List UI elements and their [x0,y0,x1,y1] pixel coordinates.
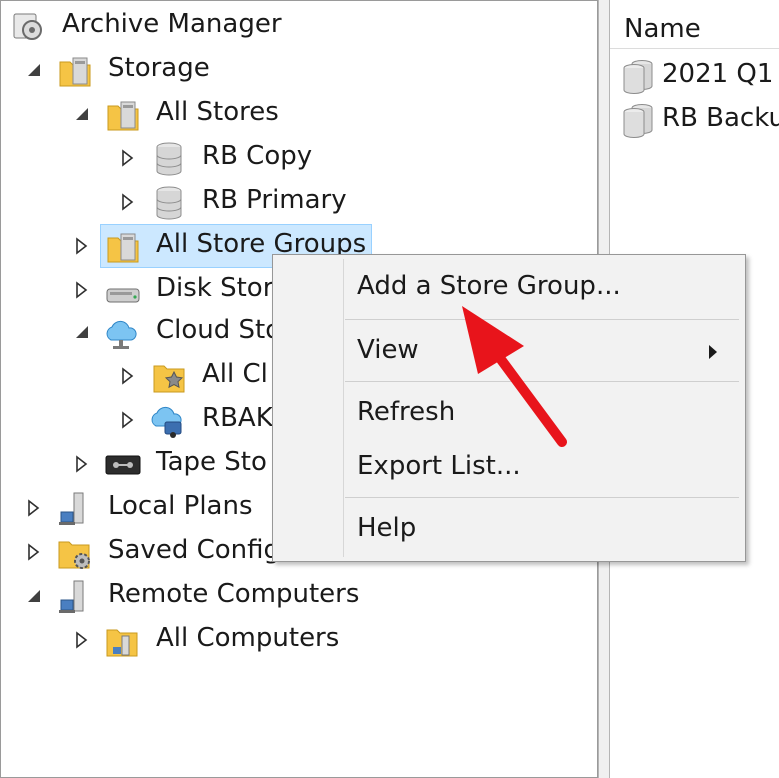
tree-item-all-computers[interactable]: All Computers [68,620,468,662]
menu-item-view[interactable]: View [275,329,741,373]
tree-item-storage[interactable]: Storage [20,50,420,92]
tree-item-label: All Computers [156,623,340,653]
folder-gear-icon [56,534,94,572]
menu-item-label: Help [357,513,417,543]
menu-item-help[interactable]: Help [275,507,741,551]
context-menu: Add a Store Group... View Refresh Export… [272,254,746,562]
tree-item-label: Disk Stora [156,273,290,303]
menu-item-label: Add a Store Group... [357,271,621,301]
menu-separator [345,497,739,498]
menu-item-label: Refresh [357,397,456,427]
tree-item-label: Tape Sto [156,447,267,477]
tree-item-label: All Stores [156,97,279,127]
expanded-arrow-icon[interactable] [74,322,90,342]
column-header-name[interactable]: Name [610,4,779,49]
tree-item-label: Cloud Sto [156,315,282,345]
collapsed-arrow-icon[interactable] [26,498,42,518]
collapsed-arrow-icon[interactable] [120,366,136,386]
menu-item-add-store-group[interactable]: Add a Store Group... [275,265,741,309]
collapsed-arrow-icon[interactable] [120,192,136,212]
tree-item-rb-copy[interactable]: RB Copy [114,138,514,180]
expanded-arrow-icon[interactable] [26,60,42,80]
tree-item-label: Local Plans [108,491,253,521]
tree-item-all-stores[interactable]: All Stores [68,94,468,136]
collapsed-arrow-icon[interactable] [120,148,136,168]
list-item[interactable]: RB Backu [620,100,779,140]
collapsed-arrow-icon[interactable] [26,542,42,562]
collapsed-arrow-icon[interactable] [74,236,90,256]
folder-stack-icon [104,228,142,266]
tree-item-rb-primary[interactable]: RB Primary [114,182,514,224]
database-icon [150,184,188,222]
collapsed-arrow-icon[interactable] [74,454,90,474]
menu-item-label: Export List... [357,451,521,481]
database-icon [150,140,188,178]
store-group-icon [620,102,658,144]
tree-item-label: RB Primary [202,185,347,215]
list-item[interactable]: 2021 Q1 F [620,56,779,96]
folder-stack-icon [104,96,142,134]
menu-item-export-list[interactable]: Export List... [275,445,741,489]
list-item-label: RB Backu [662,103,779,133]
expanded-arrow-icon[interactable] [26,586,42,606]
menu-separator [345,381,739,382]
collapsed-arrow-icon[interactable] [74,280,90,300]
folder-stack-icon [56,52,94,90]
tree-item-label: Remote Computers [108,579,360,609]
archive-manager-icon [10,8,48,46]
menu-item-refresh[interactable]: Refresh [275,391,741,435]
folder-star-icon [150,358,188,396]
menu-separator [345,319,739,320]
list-item-label: 2021 Q1 F [662,59,779,89]
tree-item-archive-manager[interactable]: Archive Manager [10,6,410,48]
cloud-server-icon [148,402,186,440]
disk-drive-icon [104,272,142,310]
tree-item-label: RB Copy [202,141,313,171]
menu-item-label: View [357,335,419,365]
folder-computer-icon [104,622,142,660]
expanded-arrow-icon[interactable] [74,104,90,124]
collapsed-arrow-icon[interactable] [74,630,90,650]
submenu-arrow-icon [709,345,717,359]
tree-item-label: RBAK [202,403,273,433]
cloud-icon [102,314,140,352]
tree-item-label: Saved Config [108,535,281,565]
computer-icon [56,578,94,616]
tree-item-label: Archive Manager [62,9,282,39]
column-header-label: Name [624,14,701,44]
store-group-icon [620,58,658,100]
tape-drive-icon [104,446,142,484]
collapsed-arrow-icon[interactable] [120,410,136,430]
tree-item-label: All Cl [202,359,268,389]
tree-item-label: Storage [108,53,210,83]
computer-icon [56,490,94,528]
tree-item-remote-computers[interactable]: Remote Computers [20,576,420,618]
